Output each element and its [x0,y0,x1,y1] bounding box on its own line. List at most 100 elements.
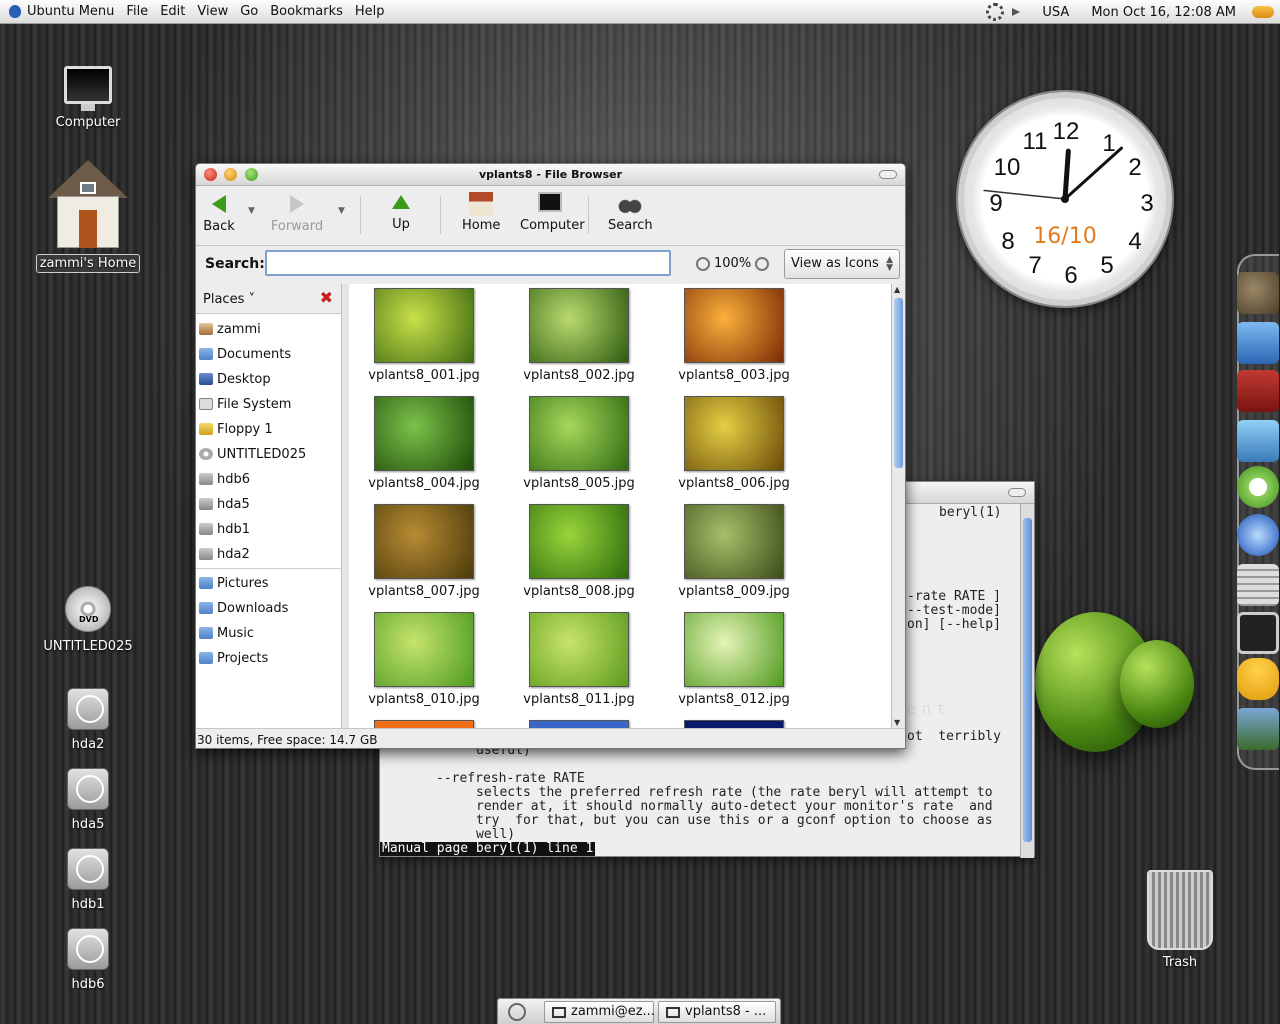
zoom-level[interactable]: 100% [714,256,751,271]
back-button[interactable]: Back [202,192,236,234]
trash-icon [1147,870,1213,950]
scroll-down-icon[interactable]: ▼ [894,718,900,727]
menu-edit[interactable]: Edit [160,4,185,19]
zoom-in-icon[interactable] [755,256,770,271]
web-browser-icon[interactable] [1237,514,1279,556]
forward-button[interactable]: Forward [270,192,324,234]
volume-icon[interactable] [1012,8,1021,16]
sidebar-item-hdb1[interactable]: hdb1 [199,518,250,540]
calculator-icon[interactable] [1237,564,1279,606]
up-button[interactable]: Up [388,192,414,232]
desktop-icon-hda2[interactable]: hda2 [33,688,143,753]
task-terminal[interactable]: zammi@ez... [544,1001,655,1023]
hard-drive-icon [67,928,109,970]
file-browser-window[interactable]: vplants8 - File Browser Back ▼ Forward ▼… [195,163,906,749]
photo-viewer-icon[interactable] [1237,322,1279,364]
file-icon-view[interactable]: vplants8_001.jpg vplants8_002.jpg vplants8… [349,284,891,728]
file-item[interactable]: vplants8_001.jpg [349,288,499,383]
file-name: vplants8_012.jpg [678,692,790,707]
task-file-browser[interactable]: vplants8 - ... [658,1001,776,1023]
file-item[interactable]: vplants8_008.jpg [504,504,654,599]
forward-history-dropdown-icon[interactable]: ▼ [338,206,345,216]
clock-widget[interactable]: 12 1 2 3 4 5 6 7 8 9 10 11 16/10 [958,92,1172,306]
sidebar-item-hda5[interactable]: hda5 [199,493,250,515]
desktop-icon-trash[interactable]: Trash [1125,870,1235,971]
home-button[interactable]: Home [462,192,500,233]
sidebar-item-hda2[interactable]: hda2 [199,543,250,565]
terminal-icon[interactable] [1237,612,1279,654]
collapse-button[interactable] [879,170,897,179]
menu-go[interactable]: Go [240,4,258,19]
media-player-icon[interactable] [1237,420,1279,462]
places-dropdown[interactable]: Places ˅ [203,292,255,307]
file-item[interactable]: vplants8_009.jpg [659,504,809,599]
desktop-icon-hda5[interactable]: hda5 [33,768,143,833]
desktop-icon-label: hda5 [71,817,105,832]
show-desktop-icon[interactable] [508,1003,526,1021]
app-menu[interactable]: Ubuntu Menu [27,4,114,19]
keyring-icon[interactable] [1252,6,1274,18]
zoom-out-icon[interactable] [696,256,710,271]
scroll-up-icon[interactable]: ▲ [894,285,900,294]
desktop-icon-dvd[interactable]: DVD UNTITLED025 [33,586,143,655]
sidebar-item-projects[interactable]: Projects [199,647,268,669]
view-mode-select[interactable]: View as Icons ▲ ▼ [784,249,900,279]
sidebar-item-music[interactable]: Music [199,622,254,644]
sidebar-item-label: File System [217,396,292,412]
computer-button[interactable]: Computer [520,192,585,233]
file-item[interactable]: vplants8_010.jpg [349,612,499,707]
sidebar-item-untitled025[interactable]: UNTITLED025 [199,443,306,465]
music-player-icon[interactable] [1237,466,1279,508]
places-header[interactable]: Places ˅ ✖ [196,284,341,314]
sidebar-item-pictures[interactable]: Pictures [199,572,268,594]
search-input[interactable] [265,250,671,276]
terminal-scrollbar[interactable] [1020,504,1034,858]
desktop-icon-home[interactable]: zammi's Home [33,160,143,273]
clock-datetime[interactable]: Mon Oct 16, 12:08 AM [1091,5,1236,20]
ubuntu-logo-icon[interactable] [9,5,21,18]
sidebar-item-zammi[interactable]: zammi [199,318,261,340]
sidebar-item-desktop[interactable]: Desktop [199,368,271,390]
sidebar-item-floppy[interactable]: Floppy 1 [199,418,273,440]
desktop-icon-computer[interactable]: Computer [33,66,143,131]
scrollbar-thumb[interactable] [894,298,903,468]
file-item[interactable]: vplants8_006.jpg [659,396,809,491]
desktop-icon-hdb1[interactable]: hdb1 [33,848,143,913]
back-history-dropdown-icon[interactable]: ▼ [248,206,255,216]
messenger-icon[interactable] [1237,658,1279,700]
close-sidebar-icon[interactable]: ✖ [320,288,333,307]
forward-arrow-icon [290,195,304,213]
sidebar-item-documents[interactable]: Documents [199,343,291,365]
file-item[interactable] [659,720,809,728]
keyboard-layout[interactable]: USA [1042,5,1069,20]
computer-icon [64,66,112,111]
file-browser-titlebar[interactable]: vplants8 - File Browser [196,164,905,186]
settings-gear-icon[interactable] [986,3,1005,21]
file-item[interactable]: vplants8_002.jpg [504,288,654,383]
file-view-scrollbar[interactable]: ▲ ▼ [891,284,905,728]
desktop-wallpaper-icon[interactable] [1237,708,1279,750]
pager-status: Manual page beryl(1) line 1 [380,841,596,856]
file-item[interactable]: vplants8_012.jpg [659,612,809,707]
collapse-button[interactable] [1008,488,1026,497]
menu-view[interactable]: View [197,4,228,19]
file-item[interactable]: vplants8_004.jpg [349,396,499,491]
menu-file[interactable]: File [126,4,148,19]
menu-help[interactable]: Help [355,4,385,19]
sidebar-item-hdb6[interactable]: hdb6 [199,468,250,490]
sidebar-item-file-system[interactable]: File System [199,393,291,415]
gimp-icon[interactable] [1237,272,1279,314]
file-item[interactable] [349,720,499,728]
file-item[interactable]: vplants8_005.jpg [504,396,654,491]
file-item[interactable] [504,720,654,728]
search-button[interactable]: Search [608,192,653,233]
system-tray: USA Mon Oct 16, 12:08 AM [986,0,1280,24]
menu-bookmarks[interactable]: Bookmarks [270,4,343,19]
file-item[interactable]: vplants8_007.jpg [349,504,499,599]
desktop-icon-hdb6[interactable]: hdb6 [33,928,143,993]
file-item[interactable]: vplants8_011.jpg [504,612,654,707]
dictionary-icon[interactable] [1237,370,1279,412]
clock-hands [983,146,1123,203]
sidebar-item-downloads[interactable]: Downloads [199,597,288,619]
file-item[interactable]: vplants8_003.jpg [659,288,809,383]
